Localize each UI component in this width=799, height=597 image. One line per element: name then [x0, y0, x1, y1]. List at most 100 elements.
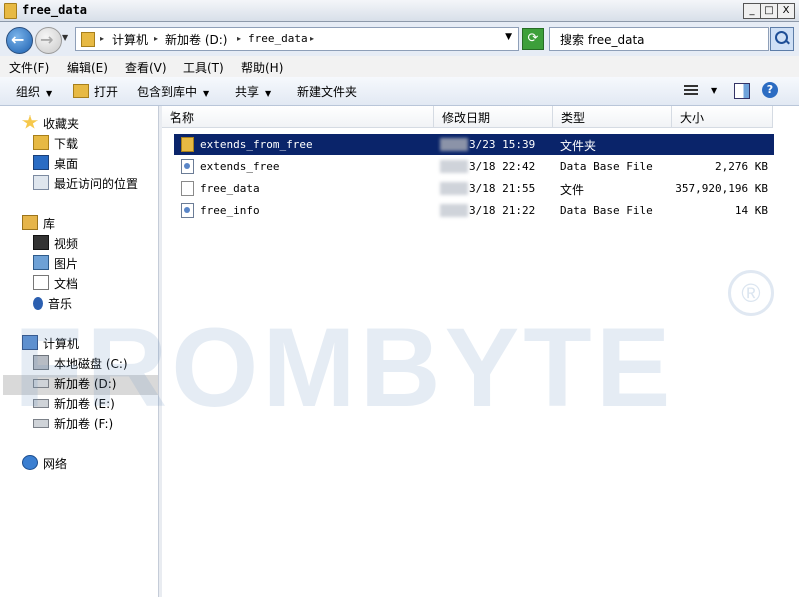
breadcrumb-free-data[interactable]: free_data [248, 32, 308, 45]
search-placeholder: 搜索 free_data [560, 33, 645, 47]
view-details-icon[interactable] [684, 85, 698, 97]
sidebar-item-drive-c[interactable]: 本地磁盘 (C:) [33, 355, 128, 375]
file-list: 名称 ▲ 修改日期 类型 大小 extends_from_free 3/23 15… [162, 106, 799, 597]
table-row[interactable]: free_data 3/18 21:55 文件 357,920,196 KB [174, 178, 774, 199]
file-name: free_data [200, 182, 260, 195]
recent-places-icon [33, 175, 49, 190]
new-folder-button[interactable]: 新建文件夹 [297, 83, 357, 100]
organize-button[interactable]: 组织 ▼ [16, 83, 52, 100]
column-label: 大小 [680, 111, 705, 125]
sidebar-item-label: 新加卷 (D:) [54, 377, 117, 391]
sidebar-item-drive-f[interactable]: 新加卷 (F:) [33, 415, 113, 435]
sidebar-item-label: 新加卷 (F:) [54, 417, 114, 431]
computer-icon [22, 335, 38, 350]
forward-arrow-icon: → [40, 30, 54, 49]
command-toolbar: 组织 ▼ 打开 包含到库中 ▼ 共享 ▼ 新建文件夹 ▼ ? [0, 77, 799, 106]
downloads-folder-icon [33, 135, 49, 150]
breadcrumb-separator[interactable]: ▸ [237, 34, 241, 43]
close-button[interactable]: X [777, 3, 795, 19]
breadcrumb-computer[interactable]: 计算机 [112, 31, 148, 48]
sidebar-item-desktop[interactable]: 桌面 [33, 155, 78, 175]
menu-tools[interactable]: 工具(T) [183, 59, 224, 76]
video-icon [33, 235, 49, 250]
file-date: 3/18 21:22 [469, 204, 536, 217]
table-row[interactable]: extends_from_free 3/23 15:39 文件夹 [174, 134, 774, 155]
menu-edit[interactable]: 编辑(E) [67, 59, 108, 76]
breadcrumb-separator[interactable]: ▸ [310, 34, 314, 43]
open-folder-icon [73, 84, 89, 98]
menu-view[interactable]: 查看(V) [125, 59, 167, 76]
redacted-year [440, 160, 468, 173]
database-file-icon [181, 159, 194, 174]
network-icon [22, 455, 38, 470]
view-options-dropdown-icon[interactable]: ▼ [711, 86, 717, 95]
address-dropdown-icon[interactable]: ▼ [505, 32, 512, 42]
column-header-date[interactable]: 修改日期 [434, 106, 553, 128]
sidebar-item-drive-d[interactable]: 新加卷 (D:) [3, 375, 158, 395]
include-label: 包含到库中 [137, 85, 198, 99]
breadcrumb-separator[interactable]: ▸ [100, 34, 104, 43]
file-type: 文件夹 [560, 139, 597, 153]
share-button[interactable]: 共享 ▼ [235, 83, 271, 100]
redacted-year [440, 182, 468, 195]
picture-icon [33, 255, 49, 270]
organize-label: 组织 [16, 85, 41, 99]
chevron-down-icon: ▼ [46, 89, 53, 98]
file-type: 文件 [560, 183, 585, 197]
maximize-button[interactable]: □ [760, 3, 778, 19]
back-button[interactable]: ← [6, 27, 33, 54]
open-button[interactable]: 打开 [73, 83, 118, 100]
sidebar-item-label: 下载 [54, 137, 79, 151]
sort-ascending-icon: ▲ [170, 109, 176, 117]
drive-icon [33, 379, 49, 388]
folder-icon [81, 32, 95, 47]
sidebar-item-drive-e[interactable]: 新加卷 (E:) [33, 395, 115, 415]
column-header-name[interactable]: 名称 ▲ [162, 106, 434, 128]
desktop-icon [33, 155, 49, 170]
chevron-down-icon: ▼ [203, 89, 210, 98]
minimize-button[interactable]: _ [743, 3, 761, 19]
menu-file[interactable]: 文件(F) [9, 59, 49, 76]
table-row[interactable]: extends_free 3/18 22:42 Data Base File 2… [174, 156, 774, 177]
sidebar-item-libraries[interactable]: 库 [22, 215, 55, 235]
window-title: free_data [22, 3, 88, 17]
column-label: 修改日期 [442, 111, 491, 125]
address-bar[interactable]: ▸ 计算机 ▸ 新加卷 (D:) ▸ free_data ▸ ▼ [75, 27, 519, 51]
column-header-type[interactable]: 类型 [553, 106, 672, 128]
sidebar-item-downloads[interactable]: 下载 [33, 135, 78, 155]
table-row[interactable]: free_info 3/18 21:22 Data Base File 14 K… [174, 200, 774, 221]
sidebar-item-music[interactable]: 音乐 [33, 295, 72, 315]
search-input[interactable]: 搜索 free_data [549, 27, 769, 51]
sidebar-item-documents[interactable]: 文档 [33, 275, 78, 295]
history-dropdown-icon[interactable]: ▼ [62, 33, 68, 42]
sidebar-item-computer[interactable]: 计算机 [22, 335, 79, 355]
sidebar-item-network[interactable]: 网络 [22, 455, 67, 475]
registered-mark: ® [728, 270, 774, 316]
refresh-button[interactable]: ⟳ [522, 28, 544, 50]
file-type: Data Base File [560, 160, 653, 173]
file-size: 357,920,196 KB [675, 182, 768, 195]
sidebar-item-videos[interactable]: 视频 [33, 235, 78, 255]
forward-button[interactable]: → [35, 27, 62, 54]
menu-help[interactable]: 帮助(H) [241, 59, 283, 76]
sidebar-item-label: 库 [43, 217, 56, 231]
redacted-year [440, 204, 468, 217]
column-header-size[interactable]: 大小 [672, 106, 773, 128]
sidebar-item-recent[interactable]: 最近访问的位置 [33, 175, 138, 195]
file-size: 14 KB [734, 204, 768, 217]
sidebar-item-pictures[interactable]: 图片 [33, 255, 78, 275]
search-button[interactable] [770, 27, 794, 51]
system-drive-icon [33, 355, 49, 370]
column-label: 类型 [561, 111, 586, 125]
file-name: extends_free [200, 160, 280, 173]
help-icon[interactable]: ? [762, 82, 778, 98]
sidebar-item-label: 最近访问的位置 [54, 177, 139, 191]
breadcrumb-drive-d[interactable]: 新加卷 (D:) [165, 31, 227, 48]
file-date: 3/18 21:55 [469, 182, 536, 195]
navigation-pane: 收藏夹 下载 桌面 最近访问的位置 库 视频 图片 文档 音乐 计算机 本地磁盘… [0, 106, 159, 597]
breadcrumb-separator[interactable]: ▸ [154, 34, 158, 43]
chevron-down-icon: ▼ [265, 89, 272, 98]
preview-pane-icon[interactable] [734, 83, 750, 99]
sidebar-item-favorites[interactable]: 收藏夹 [22, 115, 79, 135]
include-in-library-button[interactable]: 包含到库中 ▼ [137, 83, 209, 100]
